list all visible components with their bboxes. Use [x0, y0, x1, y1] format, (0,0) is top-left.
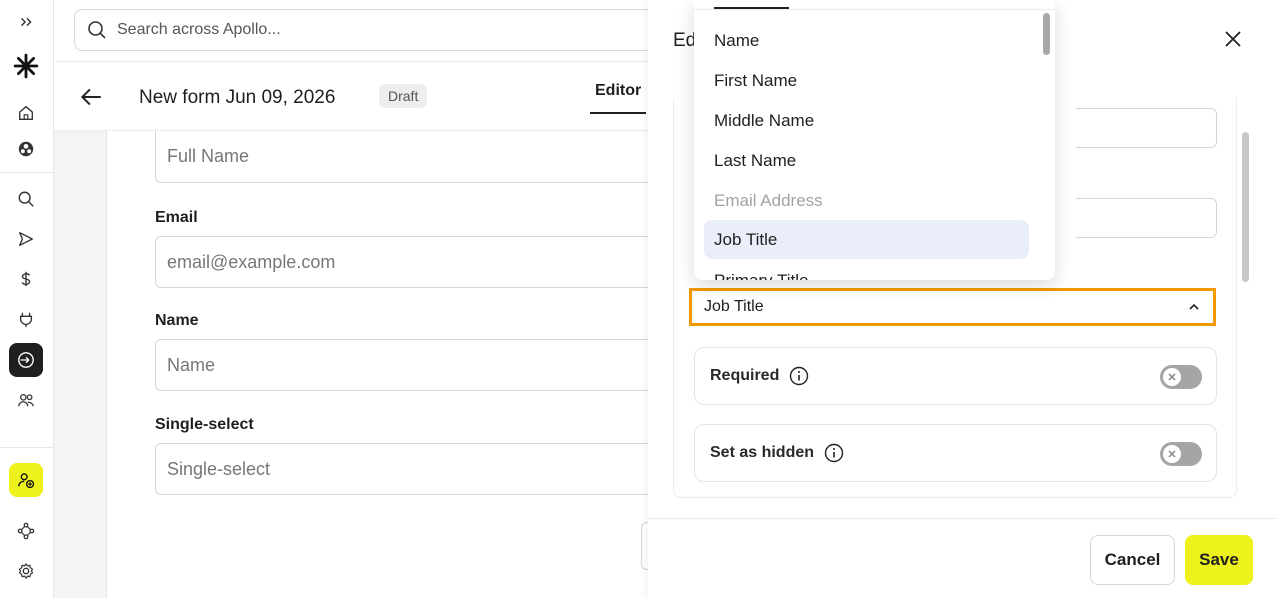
- dropdown-scrollbar[interactable]: [1043, 13, 1050, 55]
- option-primary-title[interactable]: Primary Title: [704, 261, 1029, 281]
- info-icon[interactable]: [824, 443, 844, 463]
- people-icon[interactable]: [9, 383, 43, 417]
- single-select-field[interactable]: Single-select: [155, 443, 675, 495]
- dropdown-tab-indicator: [714, 0, 789, 9]
- home-icon[interactable]: [9, 96, 43, 130]
- option-last-name[interactable]: Last Name: [704, 141, 1029, 180]
- name-label: Name: [155, 312, 199, 329]
- status-badge: Draft: [379, 84, 428, 108]
- back-arrow-icon[interactable]: [78, 84, 104, 110]
- option-email-address: Email Address: [714, 190, 823, 210]
- name-field[interactable]: Name: [155, 339, 675, 391]
- plug-icon[interactable]: [9, 302, 43, 336]
- option-first-name[interactable]: First Name: [704, 61, 1029, 100]
- hidden-toggle[interactable]: ✕: [1160, 442, 1202, 466]
- panel-input-2[interactable]: [1076, 198, 1217, 238]
- send-icon[interactable]: [9, 222, 43, 256]
- hidden-setting: Set as hidden ✕: [694, 424, 1217, 482]
- panel-scrollbar[interactable]: [1242, 132, 1249, 282]
- form-icon[interactable]: [9, 343, 43, 377]
- search-icon[interactable]: [9, 182, 43, 216]
- expand-icon[interactable]: [9, 5, 43, 39]
- cancel-button[interactable]: Cancel: [1090, 535, 1175, 585]
- field-options-dropdown: Name First Name Middle Name Last Name Em…: [694, 0, 1055, 280]
- save-button[interactable]: Save: [1185, 535, 1253, 585]
- option-job-title[interactable]: Job Title: [704, 220, 1029, 259]
- email-label: Email: [155, 209, 198, 226]
- email-placeholder: email@example.com: [167, 251, 336, 272]
- field-mapping-value: Job Title: [704, 298, 764, 315]
- info-icon[interactable]: [789, 366, 809, 386]
- panel-title: Ed: [673, 30, 697, 51]
- dollar-icon[interactable]: [9, 262, 43, 296]
- left-sidebar: [0, 0, 54, 598]
- name-placeholder: Name: [167, 354, 216, 375]
- field-mapping-select[interactable]: Job Title: [689, 288, 1216, 326]
- panel-footer: Cancel Save: [648, 518, 1277, 598]
- required-label: Required: [710, 367, 780, 384]
- search-placeholder: Search across Apollo...: [117, 21, 281, 38]
- close-icon[interactable]: [1222, 28, 1244, 50]
- required-setting: Required ✕: [694, 347, 1217, 405]
- single-select-placeholder: Single-select: [167, 458, 271, 479]
- panel-input-1[interactable]: [1076, 108, 1217, 148]
- chevron-up-icon: [1189, 303, 1199, 310]
- globe-icon[interactable]: [9, 132, 43, 166]
- hidden-label: Set as hidden: [710, 444, 815, 461]
- logo-icon[interactable]: [9, 49, 43, 83]
- option-middle-name[interactable]: Middle Name: [704, 101, 1029, 140]
- add-contact-icon[interactable]: [9, 463, 43, 497]
- full-name-field[interactable]: Full Name: [155, 131, 675, 183]
- form-title: New form Jun 09, 2026: [139, 87, 336, 108]
- settings-icon[interactable]: [9, 554, 43, 588]
- option-name[interactable]: Name: [704, 21, 1029, 60]
- global-search-input[interactable]: Search across Apollo...: [74, 9, 714, 51]
- search-icon: [88, 21, 106, 39]
- required-toggle[interactable]: ✕: [1160, 365, 1202, 389]
- workflow-icon[interactable]: [9, 514, 43, 548]
- form-canvas: Full Name Email email@example.com Name N…: [54, 131, 675, 598]
- tab-editor[interactable]: Editor: [590, 82, 647, 114]
- email-field[interactable]: email@example.com: [155, 236, 675, 288]
- full-name-placeholder: Full Name: [167, 146, 250, 166]
- single-select-label: Single-select: [155, 416, 254, 433]
